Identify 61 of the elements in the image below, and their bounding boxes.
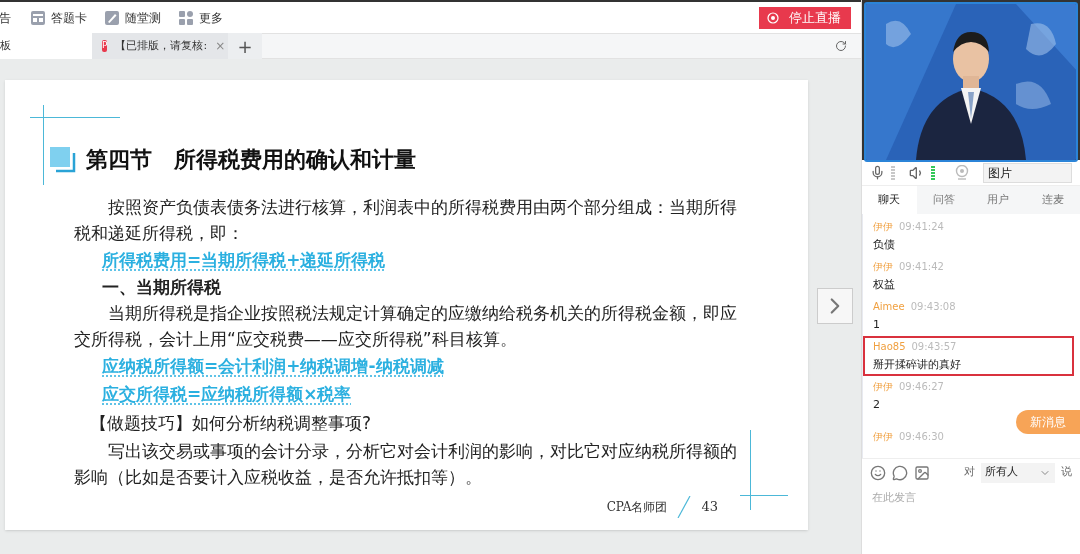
slide-title: 第四节 所得税费用的确认和计量 — [86, 146, 416, 174]
page-number: 43 — [701, 498, 718, 517]
toolbar-label: 告 — [0, 9, 11, 27]
document-tab[interactable]: 板 — [0, 33, 92, 59]
chat-text: 权益 — [873, 276, 895, 293]
say-label: 说 — [1061, 464, 1072, 481]
chat-time: 09:43:08 — [910, 299, 956, 314]
refresh-icon[interactable] — [835, 40, 847, 52]
toolbar-button[interactable]: 随堂测 — [105, 8, 161, 27]
panel-tab[interactable]: 用户 — [971, 186, 1026, 214]
chat-time: 09:46:27 — [899, 379, 944, 394]
chat-username: 伊伊 — [873, 219, 893, 234]
document-tab[interactable]: P 【已排版，请复核: × — [92, 33, 228, 59]
chat-username: Aimee — [873, 299, 905, 314]
panel-tab[interactable]: 问答 — [916, 186, 971, 214]
stop-live-button[interactable]: 停止直播 — [759, 6, 851, 29]
tab-title: 板 — [0, 37, 11, 54]
chat-text: 2 — [873, 396, 880, 413]
speaker-level-meter — [931, 165, 935, 180]
chat-text: 1 — [873, 316, 880, 333]
slide-paragraph: 【做题技巧】如何分析纳税调整事项? — [89, 412, 373, 435]
source-select[interactable]: 图片 — [983, 162, 1072, 183]
to-label: 对 — [964, 464, 975, 481]
chat-time: 09:46:30 — [899, 429, 944, 444]
slide-formula: 应交所得税=应纳税所得额×税率 — [101, 383, 353, 406]
pen-icon — [105, 10, 119, 25]
toolbar-button[interactable]: 答题卡 — [31, 8, 87, 27]
chat-time: 09:41:42 — [899, 259, 944, 274]
chat-time: 09:41:24 — [899, 219, 944, 234]
slash-mark — [677, 496, 692, 518]
slide-paragraph: 写出该交易或事项的会计分录，分析它对会计利润的影响，对比它对应纳税所得额的影响（比如是否要计入应税收益，是否允许抵扣等）。 — [74, 440, 738, 489]
tab-title: 【已排版，请复核: — [115, 37, 208, 54]
file-badge: P — [102, 40, 108, 52]
image-icon[interactable] — [914, 464, 930, 481]
slide-footer-brand: CPA名师团 — [606, 499, 668, 516]
microphone-icon[interactable] — [870, 165, 885, 180]
chat-username: 伊伊 — [873, 259, 893, 274]
answer-card-icon — [31, 10, 45, 25]
slide-formula: 所得税费用=当期所得税+递延所得税 — [101, 249, 387, 272]
message-input[interactable]: 在此发言 — [872, 490, 1070, 507]
chat-text: 掰开揉碎讲的真好 — [873, 356, 961, 373]
record-icon — [767, 11, 779, 24]
chat-text: 负债 — [873, 236, 895, 253]
chat-time: 09:43:57 — [911, 339, 957, 354]
panel-tab[interactable]: 连麦 — [1025, 186, 1080, 214]
chat-bubble-icon[interactable] — [892, 464, 908, 481]
microphone-level-meter — [891, 165, 895, 180]
slide-subheading: 一、当期所得税 — [101, 276, 222, 299]
square-bullet-icon — [50, 146, 76, 173]
next-slide-button[interactable] — [817, 288, 853, 324]
chat-username: 伊伊 — [873, 429, 893, 444]
slide-paragraph: 当期所得税是指企业按照税法规定计算确定的应缴纳给税务机关的所得税金额，即应交所得税，会计上用“应交税费——应交所得税”科目核算。 — [74, 302, 738, 351]
slide-paragraph: 按照资产负债表债务法进行核算，利润表中的所得税费用由两个部分组成：当期所得税和递延所得税，即： — [74, 196, 738, 245]
emoji-icon[interactable] — [870, 464, 886, 481]
toolbar-button[interactable]: 更多 — [179, 8, 223, 27]
chat-username: 伊伊 — [873, 379, 893, 394]
chat-username: Hao85 — [873, 339, 906, 354]
add-tab-button[interactable]: + — [228, 33, 262, 59]
recipient-select[interactable]: 所有人 — [981, 462, 1055, 483]
grid-icon — [179, 10, 193, 25]
slide-formula: 应纳税所得额=会计利润+纳税调增-纳税调减 — [101, 355, 445, 378]
